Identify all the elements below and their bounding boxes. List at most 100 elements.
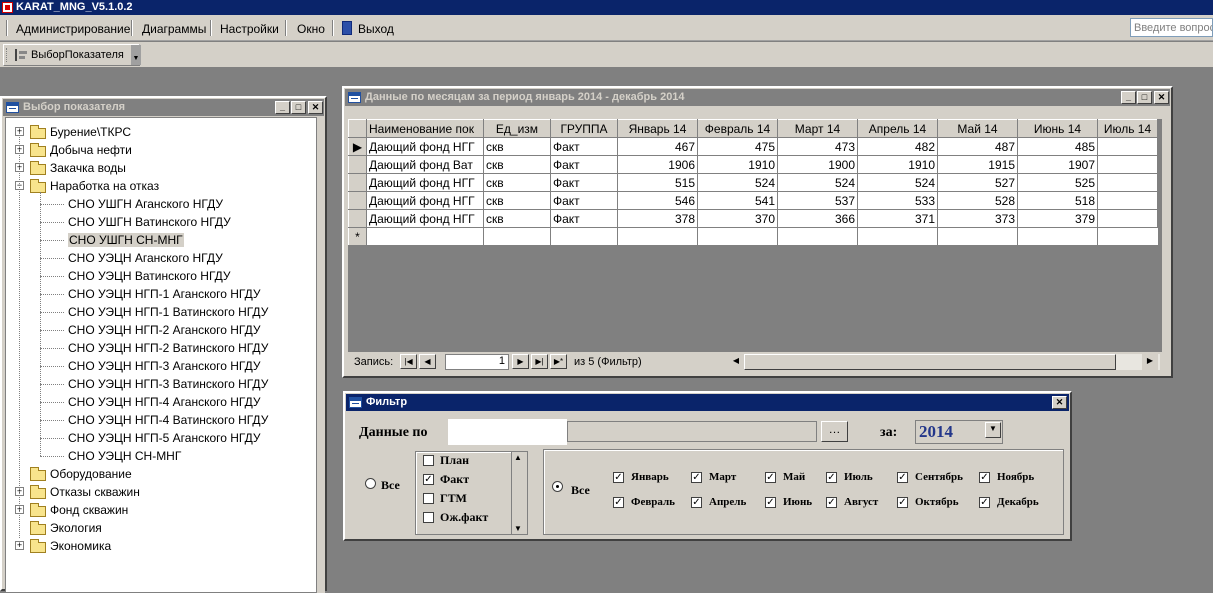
column-header[interactable]: Наименование пок: [366, 119, 484, 138]
column-header[interactable]: Май 14: [937, 119, 1018, 138]
table-cell[interactable]: [1097, 227, 1158, 246]
table-cell[interactable]: скв: [483, 209, 551, 228]
record-selector[interactable]: ▶: [348, 137, 367, 156]
all-groups-radio[interactable]: [365, 478, 376, 489]
table-cell[interactable]: 518: [1017, 191, 1098, 210]
table-cell[interactable]: 473: [777, 137, 858, 156]
tree-leaf-item[interactable]: СНО УШГН Аганского НГДУ: [6, 196, 316, 212]
tree-window-titlebar[interactable]: Выбор показателя _ □ ✕: [3, 99, 324, 116]
table-row[interactable]: Дающий фонд НГГ скв Факт 546 541 537 533 528 518: [348, 191, 1158, 210]
toolbar-options-dropdown[interactable]: ▼: [131, 45, 141, 65]
table-cell[interactable]: 482: [857, 137, 938, 156]
record-number-input[interactable]: 1: [445, 354, 509, 370]
table-cell[interactable]: Дающий фонд НГГ: [366, 137, 484, 156]
table-cell[interactable]: 525: [1017, 173, 1098, 192]
table-cell[interactable]: [1097, 209, 1158, 228]
tree-folder-item[interactable]: + Экономика: [6, 538, 316, 554]
table-cell[interactable]: [857, 227, 938, 246]
all-months-radio[interactable]: [552, 481, 563, 492]
table-cell[interactable]: Дающий фонд Ват: [366, 155, 484, 174]
new-record-button[interactable]: ▶*: [550, 354, 567, 369]
close-button[interactable]: ✕: [1052, 396, 1067, 409]
table-cell[interactable]: Факт: [550, 155, 618, 174]
month-checkbox[interactable]: ✓: [613, 472, 624, 483]
scroll-right-button[interactable]: ▶: [1142, 354, 1158, 370]
table-row[interactable]: Дающий фонд НГГ скв Факт 515 524 524 524 527 525: [348, 173, 1158, 192]
table-cell[interactable]: 467: [617, 137, 698, 156]
record-selector[interactable]: [348, 173, 367, 192]
tree-folder-item[interactable]: + Закачка воды: [6, 160, 316, 176]
data-grid[interactable]: Наименование пок Ед_изм ГРУППА Январь 14 Фев…: [348, 119, 1162, 352]
tree-folder-item[interactable]: Экология: [6, 520, 316, 536]
data-by-combo[interactable]: [567, 421, 817, 442]
last-record-button[interactable]: ▶|: [531, 354, 548, 369]
table-cell[interactable]: [937, 227, 1018, 246]
table-row[interactable]: ▶ Дающий фонд НГГ скв Факт 467 475 473 482 487 48…: [348, 137, 1158, 156]
table-cell[interactable]: 541: [697, 191, 778, 210]
tree-leaf-item[interactable]: СНО УЭЦН НГП-5 Аганского НГДУ: [6, 430, 316, 446]
tree-leaf-item[interactable]: СНО УЭЦН Аганского НГДУ: [6, 250, 316, 266]
table-cell[interactable]: скв: [483, 173, 551, 192]
tree-leaf-item[interactable]: СНО УЭЦН НГП-2 Аганского НГДУ: [6, 322, 316, 338]
table-cell[interactable]: 370: [697, 209, 778, 228]
minimize-button[interactable]: _: [275, 101, 290, 114]
record-selector[interactable]: [348, 191, 367, 210]
ask-question-input[interactable]: Введите вопрос: [1130, 18, 1213, 37]
table-cell[interactable]: Факт: [550, 209, 618, 228]
column-header[interactable]: Апрель 14: [857, 119, 938, 138]
menu-administration[interactable]: Администрирование: [16, 22, 130, 36]
grid-horizontal-scrollbar[interactable]: ◀ ▶: [728, 354, 1160, 370]
expand-icon[interactable]: +: [15, 541, 24, 550]
scroll-up-icon[interactable]: ▲: [514, 453, 522, 462]
group-checkbox[interactable]: [423, 493, 434, 504]
column-header[interactable]: Март 14: [777, 119, 858, 138]
menu-settings[interactable]: Настройки: [220, 22, 279, 36]
toolbar-grip[interactable]: [6, 48, 9, 62]
tree-leaf-item[interactable]: СНО УЭЦН НГП-4 Ватинского НГДУ: [6, 412, 316, 428]
data-by-field[interactable]: [448, 419, 567, 445]
table-cell[interactable]: 1915: [937, 155, 1018, 174]
first-record-button[interactable]: |◀: [400, 354, 417, 369]
column-header[interactable]: Ед_изм: [483, 119, 551, 138]
tree-leaf-item[interactable]: СНО УЭЦН НГП-2 Ватинского НГДУ: [6, 340, 316, 356]
table-cell[interactable]: Дающий фонд НГГ: [366, 209, 484, 228]
table-cell[interactable]: Факт: [550, 173, 618, 192]
menu-exit[interactable]: Выход: [358, 22, 394, 36]
chevron-down-icon[interactable]: ▼: [985, 422, 1001, 438]
menu-window[interactable]: Окно: [297, 22, 325, 36]
table-cell[interactable]: 527: [937, 173, 1018, 192]
table-cell[interactable]: 371: [857, 209, 938, 228]
month-checkbox[interactable]: ✓: [826, 497, 837, 508]
table-row[interactable]: Дающий фонд НГГ скв Факт 378 370 366 371 373 379: [348, 209, 1158, 228]
table-cell[interactable]: [1097, 155, 1158, 174]
table-cell[interactable]: скв: [483, 137, 551, 156]
new-record-row[interactable]: *: [348, 227, 1158, 246]
month-checkbox[interactable]: ✓: [897, 497, 908, 508]
table-cell[interactable]: [697, 227, 778, 246]
table-cell[interactable]: Факт: [550, 137, 618, 156]
indicator-selection-button[interactable]: ВыборПоказателя: [31, 49, 124, 61]
tree-leaf-item[interactable]: СНО УШГН Ватинского НГДУ: [6, 214, 316, 230]
group-list-scrollbar[interactable]: ▲ ▼: [511, 452, 527, 534]
month-checkbox[interactable]: ✓: [765, 497, 776, 508]
table-cell[interactable]: 537: [777, 191, 858, 210]
new-record-marker[interactable]: *: [348, 227, 367, 246]
scroll-thumb[interactable]: [744, 354, 1116, 370]
month-checkbox[interactable]: ✓: [765, 472, 776, 483]
door-icon[interactable]: [342, 21, 352, 35]
table-row[interactable]: Дающий фонд Ват скв Факт 1906 1910 1900 1910 19…: [348, 155, 1158, 174]
table-cell[interactable]: Дающий фонд НГГ: [366, 191, 484, 210]
month-checkbox[interactable]: ✓: [613, 497, 624, 508]
table-cell[interactable]: 524: [857, 173, 938, 192]
record-selector[interactable]: [348, 155, 367, 174]
table-cell[interactable]: [1097, 137, 1158, 156]
table-cell[interactable]: 524: [697, 173, 778, 192]
indicator-tree[interactable]: + Бурение\ТКРС + Добыча нефти + Закачка воды −…: [5, 117, 317, 593]
maximize-button[interactable]: □: [291, 101, 306, 114]
column-header[interactable]: Январь 14: [617, 119, 698, 138]
scroll-left-button[interactable]: ◀: [728, 354, 744, 370]
grid-corner[interactable]: [348, 119, 367, 138]
table-cell[interactable]: Факт: [550, 191, 618, 210]
tree-leaf-item[interactable]: СНО УЭЦН НГП-4 Аганского НГДУ: [6, 394, 316, 410]
month-checkbox[interactable]: ✓: [826, 472, 837, 483]
